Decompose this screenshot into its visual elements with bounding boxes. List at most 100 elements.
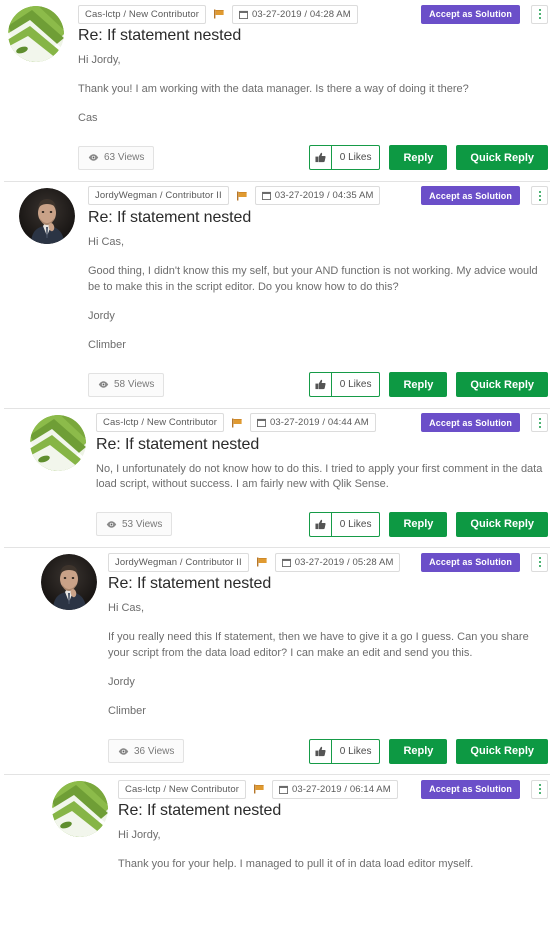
author-badge[interactable]: JordyWegman / Contributor II: [88, 186, 229, 206]
quick-reply-button[interactable]: Quick Reply: [456, 511, 548, 537]
reply-button[interactable]: Reply: [389, 145, 448, 171]
likes-button[interactable]: 0 Likes: [308, 738, 381, 764]
views-count: 58 Views: [114, 379, 155, 390]
post-paragraph: Good thing, I didn't know this my self, …: [88, 264, 538, 293]
post-meta-row: JordyWegman / Contributor II 03-27-2019 /…: [108, 548, 548, 572]
author-badge[interactable]: Cas-lctp / New Contributor: [78, 4, 206, 24]
forum-post: JordyWegman / Contributor II 03-27-2019 /…: [0, 180, 554, 408]
post-timestamp: 03-27-2019 / 04:28 AM: [232, 4, 358, 24]
post-content: Cas-lctp / New Contributor 03-27-2019 / 0…: [78, 0, 548, 171]
author-badge[interactable]: JordyWegman / Contributor II: [108, 552, 249, 572]
quick-reply-button[interactable]: Quick Reply: [456, 145, 548, 171]
post-paragraph: Thank you for your help. I managed to pu…: [118, 858, 474, 870]
post-paragraph: Jordy: [88, 309, 115, 322]
post-content: JordyWegman / Contributor II 03-27-2019 /…: [108, 548, 548, 764]
post-title[interactable]: Re: If statement nested: [88, 209, 548, 227]
views-count: 36 Views: [134, 745, 175, 757]
avatar[interactable]: [19, 187, 75, 244]
flag-icon[interactable]: [255, 556, 269, 568]
post-paragraph: Cas: [78, 111, 98, 124]
calendar-icon: [281, 558, 291, 567]
accept-as-solution-button[interactable]: Accept as Solution: [421, 4, 520, 24]
views-pill: 58 Views: [88, 372, 165, 397]
reply-button[interactable]: Reply: [389, 738, 448, 764]
post-meta-row: Cas-lctp / New Contributor 03-27-2019 / 0…: [118, 775, 548, 799]
forum-post: Cas-lctp / New Contributor 03-27-2019 / 0…: [0, 774, 554, 883]
post-action-row: 63 Views 0 Likes Reply Quick Reply: [78, 145, 548, 171]
accept-as-solution-button[interactable]: Accept as Solution: [421, 779, 520, 799]
author-badge[interactable]: Cas-lctp / New Contributor: [118, 779, 246, 799]
post-timestamp: 03-27-2019 / 05:28 AM: [274, 552, 401, 572]
forum-post: Cas-lctp / New Contributor 03-27-2019 / 0…: [0, 407, 554, 548]
post-action-row: 58 Views 0 Likes Reply Quick Reply: [88, 372, 548, 398]
thumbs-up-icon[interactable]: [310, 739, 332, 763]
views-count: 63 Views: [104, 152, 145, 164]
accept-as-solution-button[interactable]: Accept as Solution: [421, 413, 520, 432]
post-action-row: 36 Views 0 Likes Reply Quick Reply: [108, 738, 548, 764]
eye-icon: [88, 153, 99, 162]
post-timestamp: 03-27-2019 / 04:44 AM: [250, 413, 376, 432]
avatar[interactable]: [8, 6, 64, 62]
post-meta-row: JordyWegman / Contributor II 03-27-2019 /…: [88, 182, 548, 206]
reply-button[interactable]: Reply: [389, 511, 448, 537]
timestamp-text: 03-27-2019 / 05:28 AM: [294, 556, 394, 568]
post-paragraph: Thank you! I am working with the data ma…: [78, 82, 469, 95]
quick-reply-button[interactable]: Quick Reply: [456, 738, 548, 764]
views-pill: 63 Views: [78, 145, 155, 170]
timestamp-text: 03-27-2019 / 06:14 AM: [292, 783, 391, 795]
likes-count: 0 Likes: [339, 379, 372, 390]
views-count: 53 Views: [122, 518, 163, 530]
post-paragraph: Hi Jordy,: [118, 829, 161, 842]
post-paragraph: Hi Jordy,: [78, 54, 121, 66]
post-paragraph: No, I unfortunately do not know how to d…: [96, 462, 543, 491]
thumbs-up-icon[interactable]: [310, 512, 332, 536]
post-title[interactable]: Re: If statement nested: [118, 802, 548, 820]
post-paragraph: Jordy: [108, 676, 135, 689]
likes-button[interactable]: 0 Likes: [308, 372, 381, 397]
likes-button[interactable]: 0 Likes: [308, 511, 381, 537]
avatar[interactable]: [41, 554, 97, 611]
post-paragraph: Climber: [108, 705, 146, 718]
likes-count: 0 Likes: [339, 152, 372, 164]
likes-button[interactable]: 0 Likes: [308, 145, 381, 171]
kebab-menu-icon[interactable]: [531, 413, 548, 432]
forum-thread: Cas-lctp / New Contributor 03-27-2019 / 0…: [0, 0, 554, 883]
thumbs-up-icon[interactable]: [310, 373, 332, 396]
calendar-icon: [257, 418, 266, 427]
post-title[interactable]: Re: If statement nested: [78, 27, 548, 45]
post-paragraph: If you really need this If statement, th…: [108, 631, 529, 660]
timestamp-text: 03-27-2019 / 04:35 AM: [274, 190, 374, 202]
post-title[interactable]: Re: If statement nested: [108, 575, 548, 593]
post-timestamp: 03-27-2019 / 06:14 AM: [272, 779, 398, 799]
likes-count: 0 Likes: [339, 518, 372, 530]
author-badge[interactable]: Cas-lctp / New Contributor: [96, 413, 224, 432]
accept-as-solution-button[interactable]: Accept as Solution: [421, 552, 520, 572]
post-meta-row: Cas-lctp / New Contributor 03-27-2019 / 0…: [78, 0, 548, 24]
forum-post: JordyWegman / Contributor II 03-27-2019 /…: [0, 547, 554, 775]
timestamp-text: 03-27-2019 / 04:44 AM: [270, 417, 369, 428]
kebab-menu-icon[interactable]: [531, 4, 548, 24]
post-action-row: 53 Views 0 Likes Reply Quick Reply: [96, 511, 548, 537]
kebab-menu-icon[interactable]: [531, 779, 548, 799]
flag-icon[interactable]: [212, 8, 226, 20]
flag-icon[interactable]: [252, 783, 266, 795]
post-paragraph: Climber: [88, 338, 126, 351]
post-meta-row: Cas-lctp / New Contributor 03-27-2019 / 0…: [96, 409, 548, 432]
accept-as-solution-button[interactable]: Accept as Solution: [421, 186, 520, 206]
post-paragraph: Hi Cas,: [88, 235, 125, 248]
flag-icon[interactable]: [235, 190, 249, 202]
post-timestamp: 03-27-2019 / 04:35 AM: [254, 186, 381, 206]
eye-icon: [118, 747, 129, 756]
thumbs-up-icon[interactable]: [310, 146, 332, 170]
post-title[interactable]: Re: If statement nested: [96, 436, 548, 454]
post-content: Cas-lctp / New Contributor 03-27-2019 / 0…: [96, 409, 548, 538]
post-paragraph: Hi Cas,: [108, 602, 145, 615]
avatar[interactable]: [52, 781, 108, 838]
kebab-menu-icon[interactable]: [531, 186, 548, 206]
calendar-icon: [279, 785, 288, 794]
kebab-menu-icon[interactable]: [531, 552, 548, 572]
reply-button[interactable]: Reply: [389, 372, 448, 397]
quick-reply-button[interactable]: Quick Reply: [456, 372, 548, 397]
flag-icon[interactable]: [230, 417, 244, 429]
avatar[interactable]: [30, 414, 86, 471]
